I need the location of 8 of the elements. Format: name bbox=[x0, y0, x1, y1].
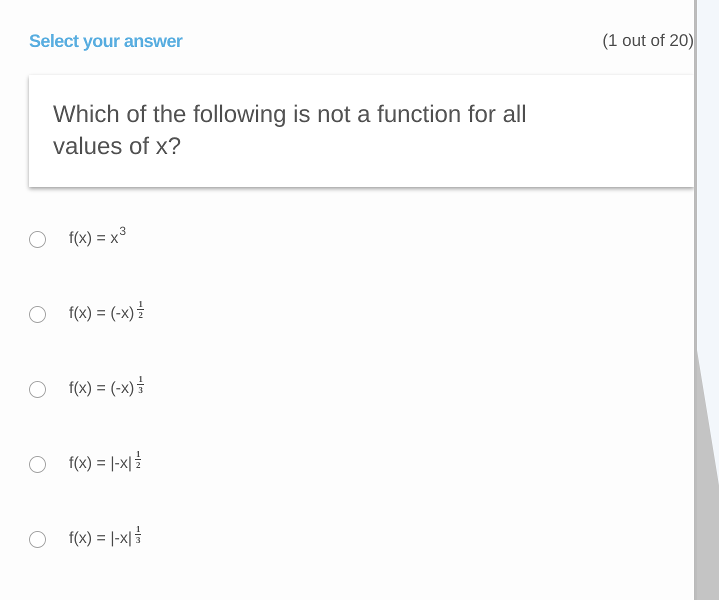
radio-button[interactable] bbox=[29, 230, 46, 248]
radio-button[interactable] bbox=[29, 380, 46, 398]
prompt-heading: Select your answer bbox=[29, 30, 182, 52]
radio-button[interactable] bbox=[29, 456, 46, 472]
radio-button[interactable] bbox=[29, 306, 46, 322]
radio-button[interactable] bbox=[29, 530, 46, 548]
question-counter: (1 out of 20) bbox=[602, 31, 694, 51]
question-text: Which of the following is not a function for all values of x? bbox=[53, 100, 528, 162]
